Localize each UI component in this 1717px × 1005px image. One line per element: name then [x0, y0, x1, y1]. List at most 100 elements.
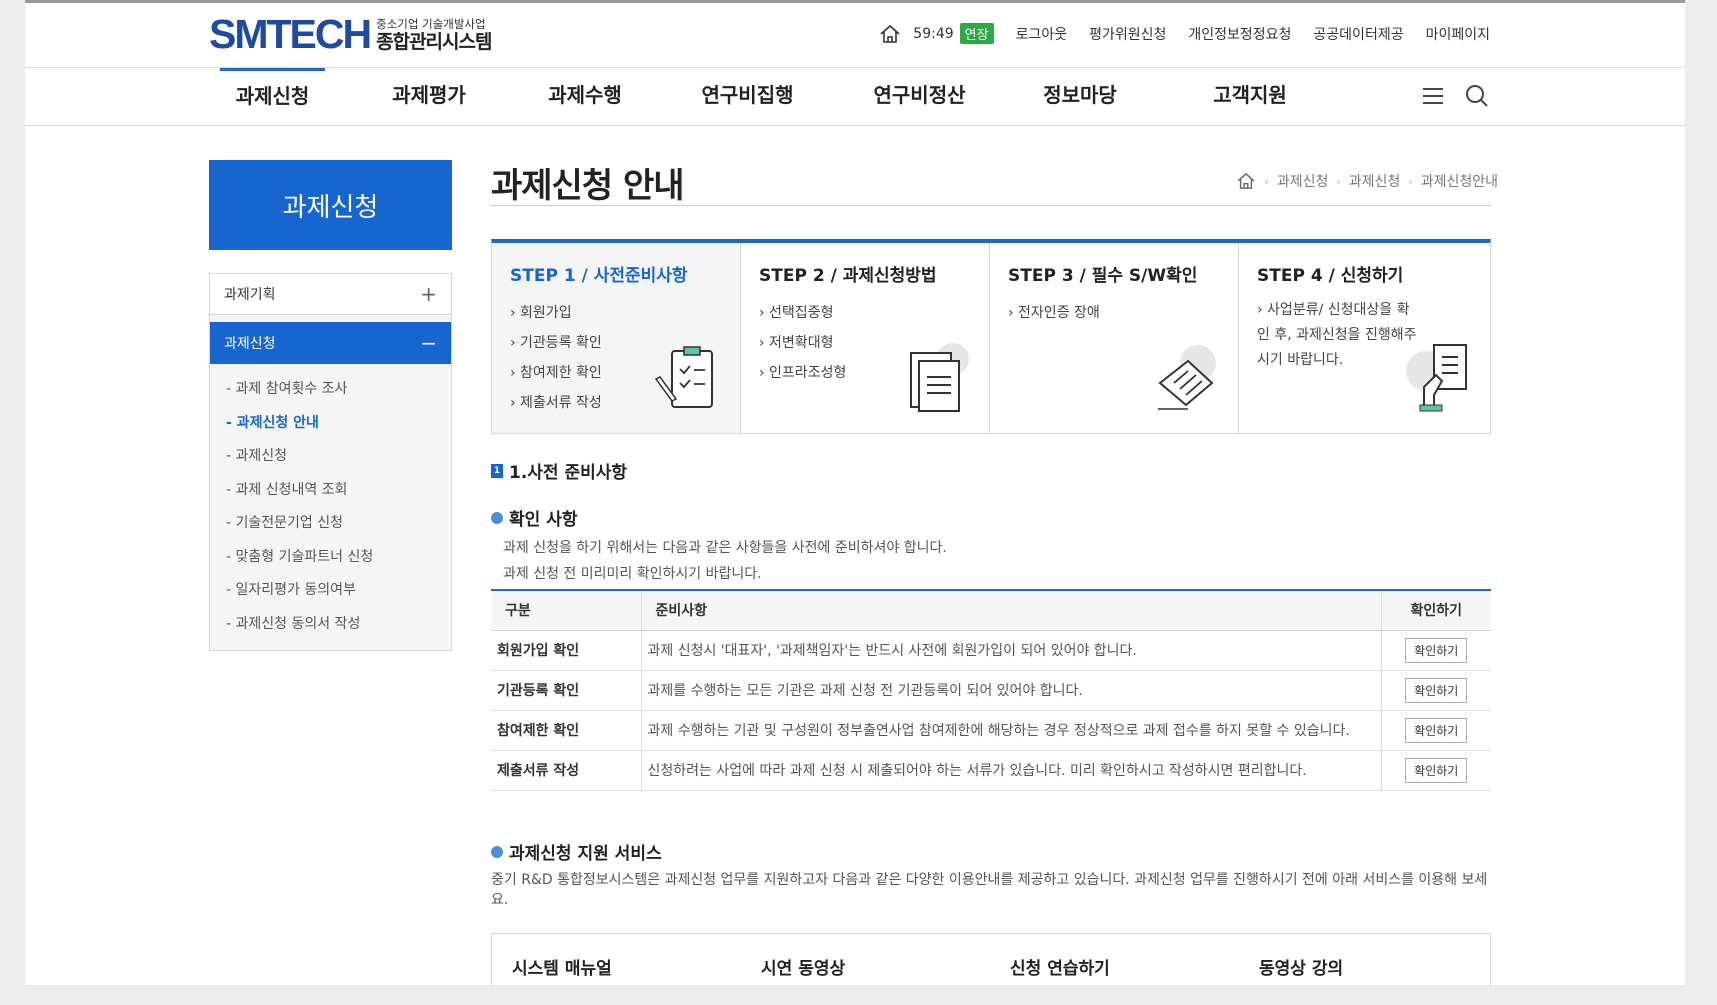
submenu-consent-form[interactable]: - 과제신청 동의서 작성	[226, 611, 435, 645]
check-org-button[interactable]: 확인하기	[1405, 677, 1468, 703]
row-description: 신청하려는 사업에 따라 과제 신청 시 제출되어야 하는 서류가 있습니다. …	[640, 750, 1381, 791]
side-menu-group-planning[interactable]: 과제기획 +	[210, 274, 451, 315]
certificate-icon	[1158, 345, 1216, 410]
table-row: 제출서류 작성 신청하려는 사업에 따라 과제 신청 시 제출되어야 하는 서류…	[491, 750, 1491, 791]
gnb-item-execution[interactable]: 과제수행	[535, 68, 635, 125]
step-title: STEP 3 / 필수 S/W확인	[1008, 266, 1198, 286]
row-category: 참여제한 확인	[491, 710, 641, 751]
submenu-apply-guide[interactable]: - 과제신청 안내	[226, 410, 435, 444]
submenu-participation-survey[interactable]: - 과제 참여횟수 조사	[226, 376, 435, 410]
gnb-item-evaluation[interactable]: 과제평가	[379, 68, 479, 125]
row-description: 과제를 수행하는 모든 기관은 과제 신청 전 기관등록이 되어 있어야 합니다…	[640, 670, 1381, 711]
service-lecture-link[interactable]: 동영상 강의	[1239, 934, 1488, 985]
step-title: STEP 4 / 신청하기	[1257, 266, 1404, 286]
service-demo-video-link[interactable]: 시연 동영상	[741, 934, 990, 985]
evaluator-apply-link[interactable]: 평가위원신청	[1089, 24, 1166, 44]
section-heading-preparation: 1 1.사전 준비사항	[491, 458, 627, 483]
step-item: › 회원가입	[510, 305, 572, 321]
site-logo[interactable]: SMTECH 중소기업 기술개발사업 종합관리시스템	[209, 11, 492, 58]
check-description: 과제 신청을 하기 위해서는 다음과 같은 사항들을 사전에 준비하셔야 합니다…	[503, 535, 947, 587]
browser-page: SMTECH 중소기업 기술개발사업 종합관리시스템 59:49 연장 로그아웃…	[25, 0, 1685, 985]
site-header: SMTECH 중소기업 기술개발사업 종합관리시스템 59:49 연장 로그아웃…	[25, 3, 1685, 67]
gnb-item-budget-settlement[interactable]: 연구비정산	[857, 68, 982, 125]
collapse-minus-icon[interactable]: −	[420, 331, 437, 355]
check-documents-button[interactable]: 확인하기	[1405, 757, 1468, 783]
logout-link[interactable]: 로그아웃	[1016, 24, 1068, 44]
breadcrumb: › 과제신청 › 과제신청 › 과제신청안내	[1236, 171, 1498, 191]
subsection-heading-support: 과제신청 지원 서비스	[491, 839, 662, 864]
logo-subtitle-main: 종합관리시스템	[376, 30, 492, 53]
main-navigation: 과제신청 과제평가 과제수행 연구비집행 연구비정산 정보마당 고객지원	[25, 67, 1685, 126]
mypage-link[interactable]: 마이페이지	[1426, 24, 1490, 44]
step-description: › 사업분류/ 신청대상을 확인 후, 과제신청을 진행해주시기 바랍니다.	[1257, 302, 1417, 368]
step-title: STEP 1 / 사전준비사항	[510, 266, 688, 286]
logo-subtitle-top: 중소기업 기술개발사업	[376, 16, 486, 31]
side-menu: 과제기획 + 과제신청 − - 과제 참여횟수 조사 - 과제신청 안내 - 과…	[209, 273, 452, 651]
breadcrumb-item[interactable]: 과제신청	[1277, 171, 1329, 191]
hamburger-menu-icon[interactable]	[1422, 86, 1444, 106]
row-category: 제출서류 작성	[491, 750, 641, 791]
step-4[interactable]: STEP 4 / 신청하기 › 사업분류/ 신청대상을 확인 후, 과제신청을 …	[1239, 243, 1488, 433]
support-services: 시스템 매뉴얼 시연 동영상 신청 연습하기 동영상 강의	[491, 933, 1491, 985]
row-category: 기관등록 확인	[491, 670, 641, 711]
step-item: › 선택집중형	[759, 305, 834, 321]
column-header: 확인하기	[1380, 589, 1491, 631]
table-row: 참여제한 확인 과제 수행하는 기관 및 구성원이 정부출연사업 참여제한에 해…	[491, 710, 1491, 751]
breadcrumb-item-current: 과제신청안내	[1420, 174, 1498, 190]
gnb-item-info[interactable]: 정보마당	[1025, 68, 1135, 125]
hand-document-icon	[1406, 344, 1467, 412]
lnb-title: 과제신청	[209, 160, 452, 250]
step-2[interactable]: STEP 2 / 과제신청방법 › 선택집중형 › 저변확대형 › 인프라조성형	[741, 243, 990, 433]
submenu-job-evaluation[interactable]: - 일자리평가 동의여부	[226, 577, 435, 611]
home-icon[interactable]	[879, 24, 901, 44]
step-panel: STEP 1 / 사전준비사항 › 회원가입 › 기관등록 확인 › 참여제한 …	[491, 239, 1491, 434]
extend-session-button[interactable]: 연장	[959, 23, 994, 44]
step-1[interactable]: STEP 1 / 사전준비사항 › 회원가입 › 기관등록 확인 › 참여제한 …	[492, 243, 741, 433]
row-description: 과제 신청시 '대표자', '과제책임자'는 반드시 사전에 회원가입이 되어 …	[640, 630, 1381, 671]
documents-icon	[910, 343, 969, 412]
section-badge: 1	[491, 463, 503, 478]
subsection-title: 과제신청 지원 서비스	[509, 844, 662, 864]
description-line: 과제 신청을 하기 위해서는 다음과 같은 사항들을 사전에 준비하셔야 합니다…	[503, 540, 947, 556]
privacy-correction-link[interactable]: 개인정보정정요청	[1188, 24, 1291, 44]
utility-bar: 59:49 연장 로그아웃 평가위원신청 개인정보정정요청 공공데이터제공 마이…	[879, 23, 1490, 44]
step-item: › 전자인증 장애	[1008, 305, 1100, 321]
step-title: STEP 2 / 과제신청방법	[759, 266, 937, 286]
column-header: 준비사항	[640, 589, 1381, 631]
gnb-item-support[interactable]: 고객지원	[1195, 68, 1305, 125]
home-icon[interactable]	[1236, 172, 1256, 190]
side-submenu: - 과제 참여횟수 조사 - 과제신청 안내 - 과제신청 - 과제 신청내역 …	[210, 364, 451, 656]
table-row: 기관등록 확인 과제를 수행하는 모든 기관은 과제 신청 전 기관등록이 되어…	[491, 670, 1491, 711]
page-title: 과제신청 안내	[491, 166, 685, 206]
gnb-item-budget-execution[interactable]: 연구비집행	[685, 68, 810, 125]
side-menu-group-label: 과제신청	[224, 336, 276, 352]
subsection-title: 확인 사항	[509, 510, 578, 530]
subsection-heading-check: 확인 사항	[491, 505, 577, 530]
bullet-icon	[491, 845, 503, 858]
submenu-tech-partner[interactable]: - 맞춤형 기술파트너 신청	[226, 544, 435, 578]
check-restriction-button[interactable]: 확인하기	[1405, 717, 1468, 743]
logo-wordmark: SMTECH	[209, 11, 372, 57]
section-title: 1.사전 준비사항	[509, 463, 628, 483]
submenu-apply[interactable]: - 과제신청	[226, 443, 435, 477]
table-row: 회원가입 확인 과제 신청시 '대표자', '과제책임자'는 반드시 사전에 회…	[491, 630, 1491, 671]
public-data-link[interactable]: 공공데이터제공	[1313, 24, 1403, 44]
side-menu-group-apply[interactable]: 과제신청 −	[210, 322, 451, 364]
description-line: 과제 신청 전 미리미리 확인하시기 바랍니다.	[503, 566, 762, 582]
bullet-icon	[491, 511, 503, 524]
submenu-apply-history[interactable]: - 과제 신청내역 조회	[226, 477, 435, 511]
check-member-button[interactable]: 확인하기	[1405, 637, 1468, 663]
breadcrumb-item[interactable]: 과제신청	[1349, 171, 1401, 191]
search-icon[interactable]	[1465, 84, 1489, 108]
session-timer: 59:49	[913, 25, 954, 42]
preparation-table: 구분 준비사항 확인하기 회원가입 확인 과제 신청시 '대표자', '과제책임…	[491, 589, 1491, 791]
service-manual-link[interactable]: 시스템 매뉴얼	[492, 934, 741, 985]
service-practice-link[interactable]: 신청 연습하기	[990, 934, 1239, 985]
gnb-item-apply[interactable]: 과제신청	[220, 68, 325, 125]
row-category: 회원가입 확인	[491, 630, 641, 671]
side-menu-group-label: 과제기획	[224, 287, 276, 303]
expand-plus-icon[interactable]: +	[420, 282, 437, 306]
clipboard-pen-icon	[654, 346, 713, 408]
submenu-tech-company[interactable]: - 기술전문기업 신청	[226, 510, 435, 544]
step-3[interactable]: STEP 3 / 필수 S/W확인 › 전자인증 장애	[990, 243, 1239, 433]
